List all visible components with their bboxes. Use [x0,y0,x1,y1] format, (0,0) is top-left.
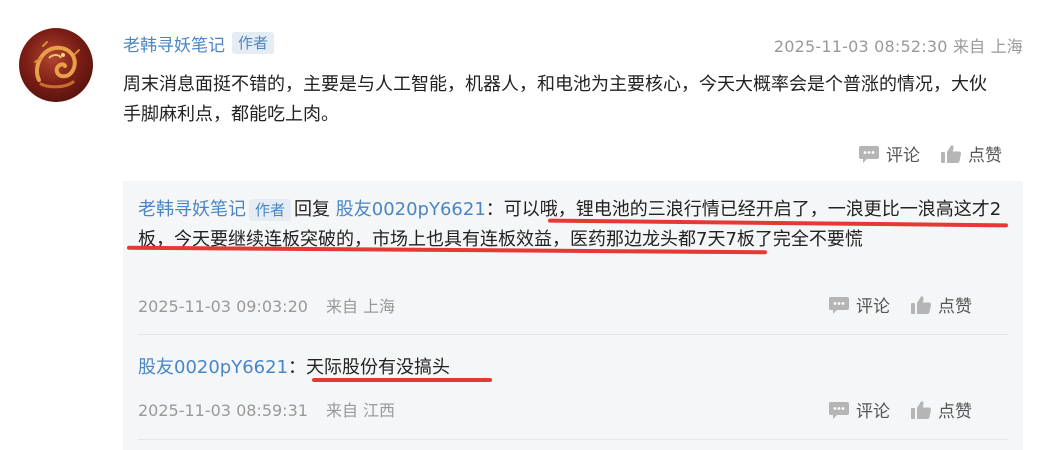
reply-timestamp: 2025-11-03 08:59:31 [138,401,308,420]
comment-timestamp: 2025-11-03 08:52:30 [773,37,948,56]
reply-location: 来自 江西 [325,401,396,420]
reply-actions: 评论 点赞 [828,397,972,422]
comment-location: 来自 上海 [952,37,1023,56]
reply-text: 天际股份有没搞头 [306,357,451,378]
reply-body: 股友0020pY6621：天际股份有没搞头 [138,353,1008,383]
comment-content: 周末消息面挺不错的，主要是与人工智能，机器人，和电池为主要核心，今天大概率会是个… [123,74,987,125]
reply-actions: 评论 点赞 [828,292,972,317]
comment-button[interactable]: 评论 [828,292,890,317]
like-icon [911,400,932,419]
like-label: 点赞 [938,297,972,317]
reply-author[interactable]: 老韩寻妖笔记 [138,199,246,220]
comment-button[interactable]: 评论 [828,397,890,422]
main-comment: 老韩寻妖笔记 作者 2025-11-03 08:52:30 来自 上海 周末消息… [123,30,1023,130]
author-badge: 作者 [232,32,275,54]
reply-to-user[interactable]: 股友0020pY6621 [336,199,486,220]
comment-label: 评论 [856,297,890,317]
reply-item: 股友0020pY6621：天际股份有没搞头 [138,353,1008,383]
like-button[interactable]: 点赞 [910,397,972,422]
comment-icon [829,296,849,314]
reply-timestamp: 2025-11-03 09:03:20 [138,297,308,316]
like-label: 点赞 [968,146,1002,166]
annotation-underline [312,378,492,382]
author-badge: 作者 [249,199,292,221]
comment-label: 评论 [856,402,890,422]
like-button[interactable]: 点赞 [940,141,1002,166]
reply-separator: ： [288,357,307,378]
author-name[interactable]: 老韩寻妖笔记 [123,31,225,56]
like-icon [911,295,932,314]
comment-icon [829,401,849,419]
like-button[interactable]: 点赞 [910,292,972,317]
comment-meta: 2025-11-03 08:52:30 来自 上海 [774,33,1023,57]
reply-divider [138,439,1008,440]
reply-divider [138,334,1008,335]
avatar[interactable] [19,28,93,102]
like-icon [941,144,962,163]
comment-button[interactable]: 评论 [858,141,920,166]
comment-icon [859,145,879,163]
reply-meta: 2025-11-03 08:59:31 来自 江西 [138,397,395,421]
comment-label: 评论 [886,146,920,166]
reply-word: 回复 [294,199,331,220]
dragon-avatar-image [34,41,80,89]
reply-location: 来自 上海 [325,297,396,316]
like-label: 点赞 [938,402,972,422]
comment-header: 老韩寻妖笔记 作者 2025-11-03 08:52:30 来自 上海 [123,30,1023,56]
reply-author[interactable]: 股友0020pY6621 [138,357,288,378]
reply-separator: ： [485,199,504,220]
comment-actions: 评论 点赞 [858,141,1002,166]
reply-meta: 2025-11-03 09:03:20 来自 上海 [138,293,395,317]
